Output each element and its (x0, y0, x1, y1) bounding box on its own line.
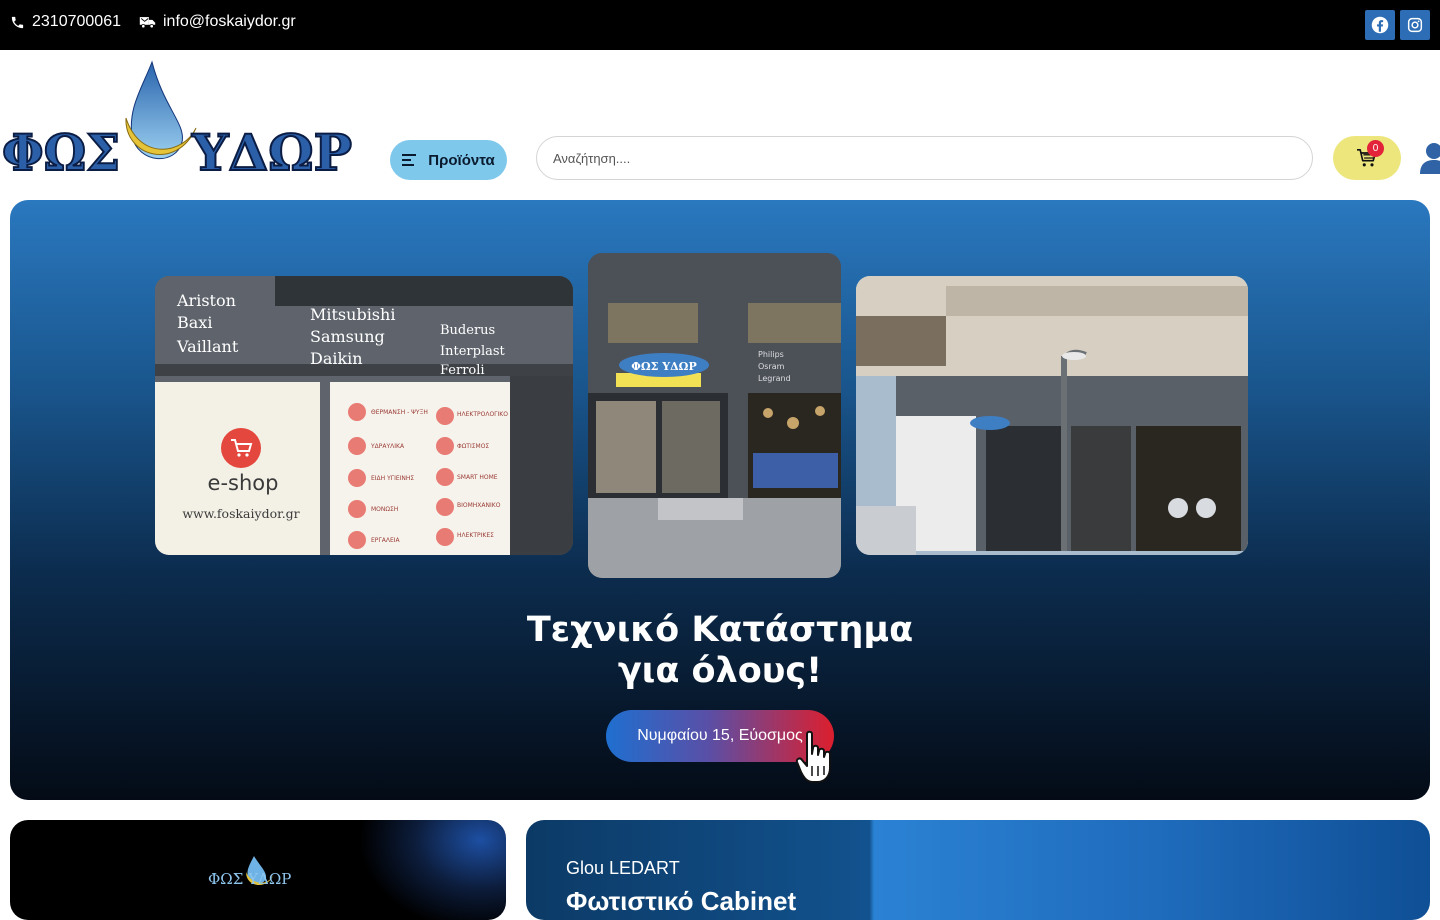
email-contact[interactable]: info@foskaiydor.gr (139, 13, 296, 31)
address-label: Νυμφαίου 15, Εύοσμος (637, 727, 803, 744)
brand-mitsubishi: Mitsubishi (310, 305, 395, 324)
top-bar: 2310700061 info@foskaiydor.gr (0, 0, 1440, 50)
brand-osram: Osram (758, 362, 785, 371)
brand-vaillant: Vaillant (176, 337, 239, 356)
brand-philips: Philips (758, 350, 784, 359)
hero-title: Τεχνικό Κατάστημα για όλους! (10, 610, 1430, 692)
svg-text:ΗΛΕΚΤΡΙΚΕΣ: ΗΛΕΚΤΡΙΚΕΣ (457, 532, 494, 539)
site-logo[interactable]: ΦΩΣ ΥΔΩΡ (0, 58, 360, 183)
products-menu-button[interactable]: Προϊόντα (390, 140, 507, 180)
svg-text:ΥΔΩΡ: ΥΔΩΡ (191, 123, 352, 180)
card-brand: Glou LEDART (566, 858, 680, 878)
svg-text:SMART HOME: SMART HOME (457, 474, 498, 481)
eshop-url: www.foskaiydor.gr (182, 506, 299, 521)
hand-pointer-icon (795, 730, 831, 783)
svg-text:ΒΙΟΜΗΧΑΝΙΚΟ: ΒΙΟΜΗΧΑΝΙΚΟ (457, 502, 501, 509)
brand-interplast: Interplast (440, 344, 506, 359)
brand-legrand: Legrand (758, 374, 791, 383)
brand-daikin: Daikin (310, 349, 363, 368)
svg-text:ΜΟΝΩΣΗ: ΜΟΝΩΣΗ (371, 506, 398, 513)
store-photo-center-graphic: ΦΩΣ ΥΔΩΡ Philips Osram Legrand (588, 253, 841, 578)
brand-baxi: Baxi (177, 313, 212, 332)
instagram-link[interactable] (1400, 10, 1430, 40)
phone-contact[interactable]: 2310700061 (10, 13, 121, 31)
hero-title-line1: Τεχνικό Κατάστημα (526, 610, 914, 650)
store-photo-right-graphic (856, 276, 1248, 555)
center-logo-text: ΦΩΣ ΥΔΩΡ (631, 360, 696, 373)
hero-title-line2: για όλους! (617, 651, 823, 691)
hero-banner: ΘΕΡΜΑΝΣΗ - ΨΥΞΗ ΥΔΡΑΥΛΙΚΑ ΕΙΔΗ ΥΓΙΕΙΝΗΣ … (10, 200, 1430, 800)
user-account-icon[interactable] (1418, 140, 1440, 174)
email-address: info@foskaiydor.gr (163, 13, 296, 30)
logo-graphic: ΦΩΣ ΥΔΩΡ (1, 60, 353, 183)
svg-text:ΘΕΡΜΑΝΣΗ - ΨΥΞΗ: ΘΕΡΜΑΝΣΗ - ΨΥΞΗ (371, 409, 428, 416)
store-photo-left-graphic: ΘΕΡΜΑΝΣΗ - ΨΥΞΗ ΥΔΡΑΥΛΙΚΑ ΕΙΔΗ ΥΓΙΕΙΝΗΣ … (155, 276, 573, 555)
eshop-text: e-shop (208, 471, 279, 495)
svg-text:ΦΩΣ: ΦΩΣ (2, 123, 120, 180)
cart-count-badge: 0 (1367, 140, 1384, 157)
store-photo-right (856, 276, 1248, 555)
svg-text:ΗΛΕΚΤΡΟΛΟΓΙΚΟ: ΗΛΕΚΤΡΟΛΟΓΙΚΟ (457, 411, 508, 418)
svg-text:ΦΩΤΙΣΜΟΣ: ΦΩΤΙΣΜΟΣ (457, 443, 489, 450)
facebook-icon (1371, 16, 1389, 34)
mail-truck-icon (139, 17, 156, 29)
store-photo-left: ΘΕΡΜΑΝΣΗ - ΨΥΞΗ ΥΔΡΑΥΛΙΚΑ ΕΙΔΗ ΥΓΙΕΙΝΗΣ … (155, 276, 573, 555)
facebook-link[interactable] (1365, 10, 1395, 40)
brand-samsung: Samsung (310, 327, 385, 346)
search-input[interactable] (536, 136, 1313, 180)
promo-card-right[interactable]: Glou LEDART Φωτιστικό Cabinet (526, 820, 1430, 920)
card-left-logo: ΦΩΣ ΥΔΩΡ (208, 856, 291, 888)
brand-ferroli: Ferroli (440, 363, 485, 378)
phone-number: 2310700061 (32, 13, 121, 30)
svg-text:ΕΙΔΗ ΥΓΙΕΙΝΗΣ: ΕΙΔΗ ΥΓΙΕΙΝΗΣ (371, 475, 414, 482)
svg-text:ΥΔΡΑΥΛΙΚΑ: ΥΔΡΑΥΛΙΚΑ (370, 443, 405, 450)
card-title: Φωτιστικό Cabinet (566, 886, 797, 916)
phone-icon (11, 16, 24, 28)
store-photo-center: ΦΩΣ ΥΔΩΡ Philips Osram Legrand (588, 253, 841, 578)
promo-card-left[interactable]: ΦΩΣ ΥΔΩΡ (10, 820, 506, 920)
cart-button[interactable] (1333, 136, 1401, 180)
products-label: Προϊόντα (428, 151, 495, 169)
instagram-icon (1407, 17, 1423, 33)
card-left-logo-text: ΦΩΣ ΥΔΩΡ (208, 870, 291, 888)
brand-ariston: Ariston (176, 291, 236, 310)
menu-icon (402, 154, 417, 166)
svg-text:ΕΡΓΑΛΕΙΑ: ΕΡΓΑΛΕΙΑ (371, 537, 401, 544)
brand-buderus: Buderus (440, 323, 495, 338)
